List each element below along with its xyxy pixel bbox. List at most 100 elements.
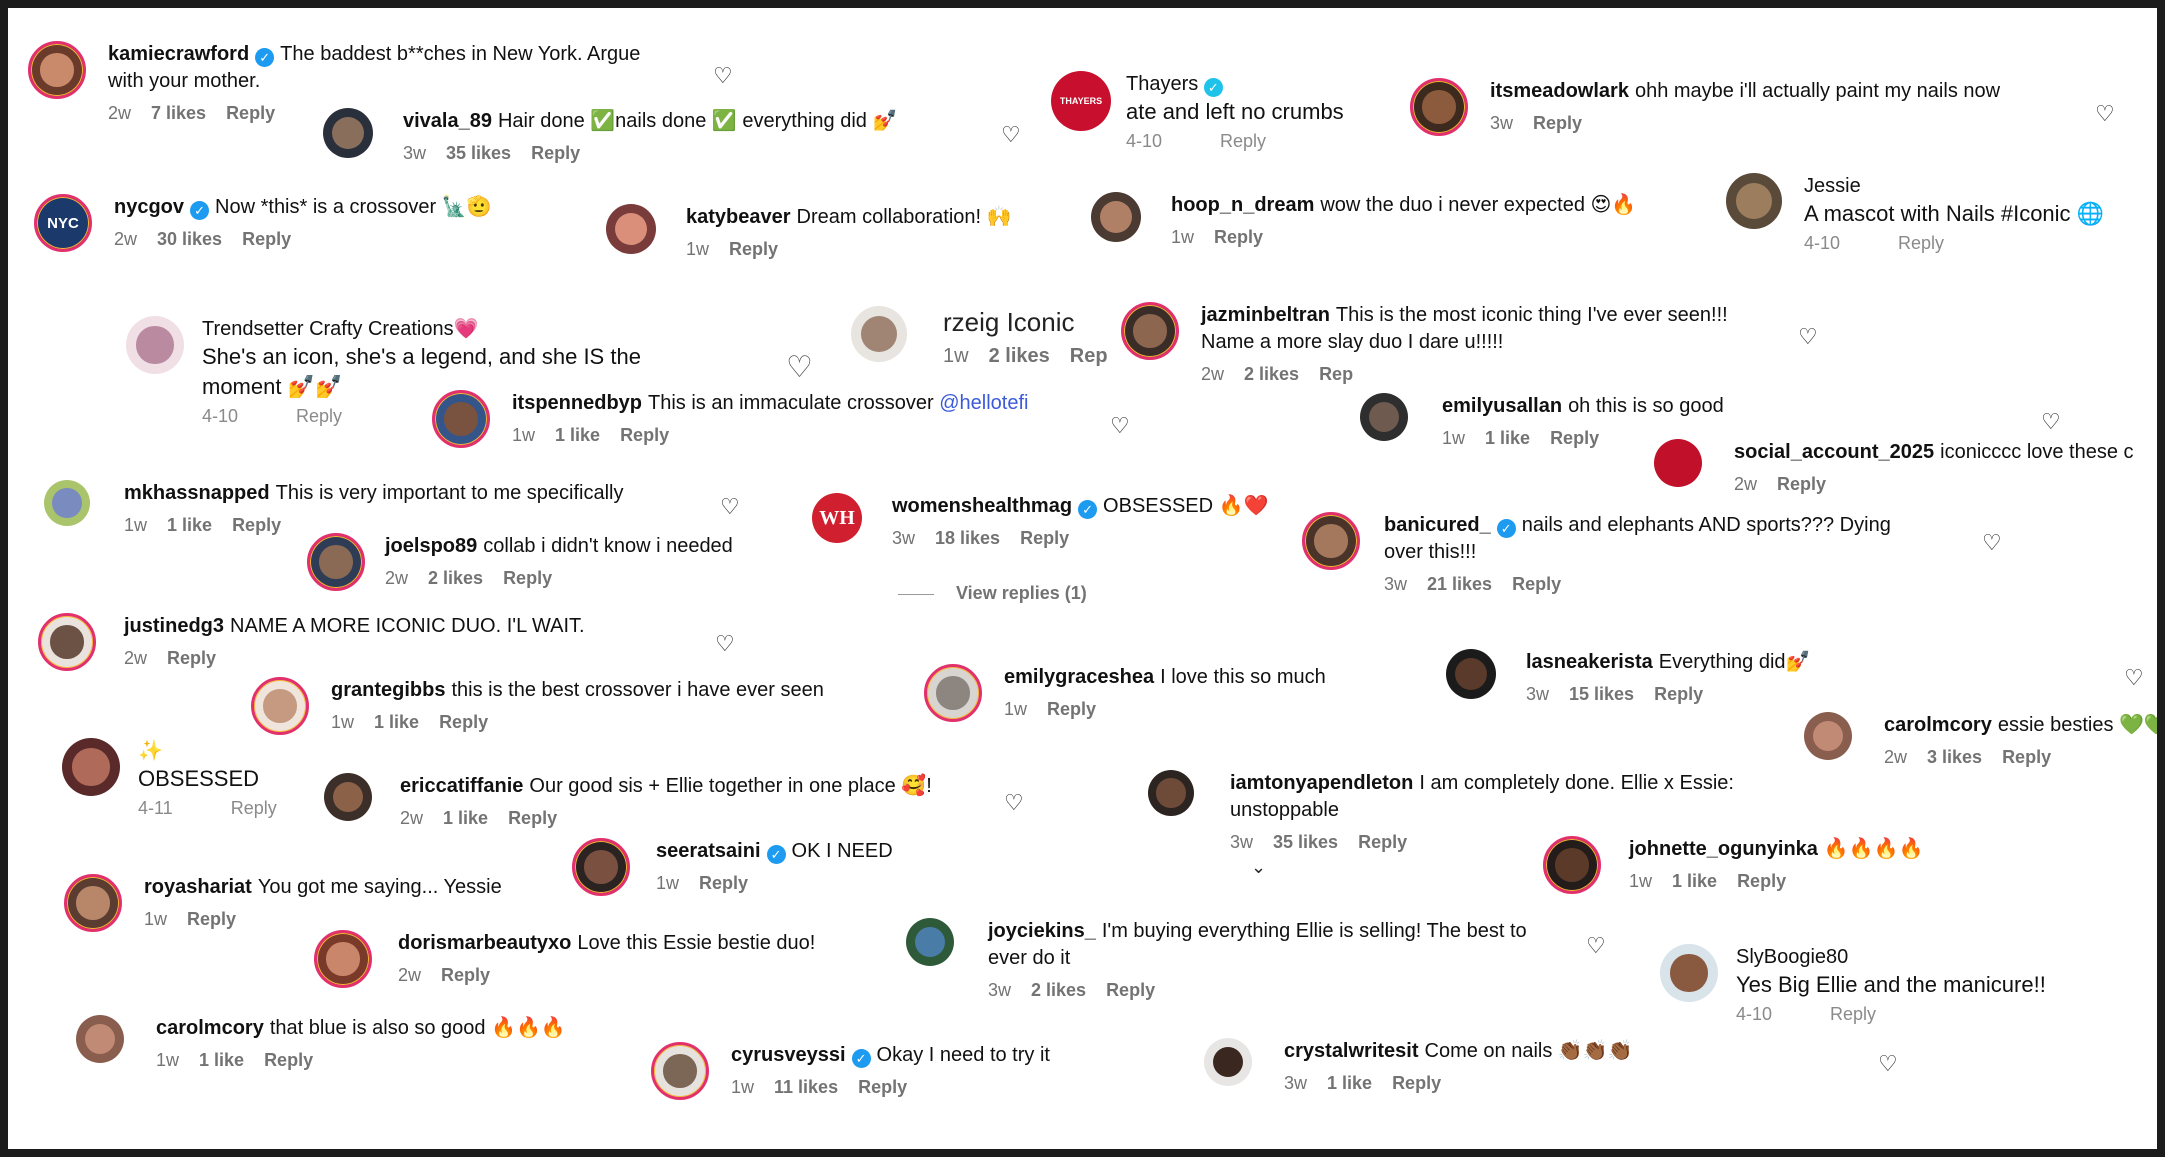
likes-count[interactable]: 1 like [374,712,419,732]
username[interactable]: joelspo89 [385,535,477,557]
username[interactable]: ericcatiffanie [400,775,523,797]
likes-count[interactable]: 1 like [1327,1073,1372,1093]
reply-button[interactable]: Reply [1047,699,1096,719]
likes-count[interactable]: 35 likes [446,143,511,163]
reply-button[interactable]: Reply [508,808,557,828]
reply-button[interactable]: Reply [439,712,488,732]
avatar[interactable] [64,874,122,932]
avatar[interactable] [126,316,184,374]
heart-outline-icon[interactable]: ♡ [786,353,813,383]
heart-outline-icon[interactable]: ♡ [2124,667,2144,689]
avatar[interactable] [851,306,907,362]
reply-button[interactable]: Reply [2002,747,2051,767]
reply-button[interactable]: Reply [1392,1073,1441,1093]
heart-outline-icon[interactable]: ♡ [713,65,733,87]
reply-button[interactable]: Reply [296,406,342,426]
reply-button[interactable]: Reply [729,239,778,259]
username[interactable]: Thayers [1126,73,1198,95]
username[interactable]: Trendsetter Crafty Creations💗 [202,316,641,342]
reply-button[interactable]: Reply [1512,574,1561,594]
avatar[interactable] [1726,173,1782,229]
heart-outline-icon[interactable]: ♡ [1001,124,1021,146]
heart-outline-icon[interactable]: ♡ [1004,792,1024,814]
avatar[interactable]: WH [812,493,862,543]
username[interactable]: iamtonyapendleton [1230,772,1413,794]
reply-button[interactable]: Reply [1220,131,1266,151]
username[interactable]: carolmcory [156,1017,264,1039]
username[interactable]: SlyBoogie80 [1736,944,2046,970]
heart-outline-icon[interactable]: ♡ [1110,415,1130,437]
reply-button[interactable]: Reply [1550,428,1599,448]
username[interactable]: vivala_89 [403,110,492,132]
reply-button[interactable]: Reply [1106,980,1155,1000]
heart-outline-icon[interactable]: ♡ [715,633,735,655]
avatar[interactable] [572,838,630,896]
likes-count[interactable]: 11 likes [774,1077,838,1097]
reply-button[interactable]: Reply [167,648,216,668]
username[interactable]: emilygraceshea [1004,666,1154,688]
avatar[interactable] [38,613,96,671]
avatar[interactable] [1121,302,1179,360]
heart-outline-icon[interactable]: ♡ [1878,1053,1898,1075]
reply-button[interactable]: Reply [232,515,281,535]
avatar[interactable] [1204,1038,1252,1086]
username[interactable]: cyrusveyssi [731,1044,846,1066]
likes-count[interactable]: 1 like [1485,428,1530,448]
heart-outline-icon[interactable]: ♡ [2041,411,2061,433]
reply-button[interactable]: Reply [1777,474,1826,494]
heart-outline-icon[interactable]: ♡ [1798,326,1818,348]
username[interactable]: nycgov [114,196,184,218]
avatar[interactable] [1543,836,1601,894]
username[interactable]: mkhassnapped [124,482,270,504]
username[interactable]: grantegibbs [331,679,445,701]
reply-button[interactable]: Reply [858,1077,907,1097]
likes-count[interactable]: 1 like [443,808,488,828]
avatar[interactable] [651,1042,709,1100]
likes-count[interactable]: 35 likes [1273,832,1338,852]
mention-link[interactable]: @hellotefi [939,392,1028,414]
avatar[interactable] [1410,78,1468,136]
avatar[interactable] [251,677,309,735]
avatar[interactable] [314,930,372,988]
likes-count[interactable]: 2 likes [1244,364,1299,384]
avatar[interactable] [924,664,982,722]
avatar[interactable]: THAYERS [1051,71,1111,131]
reply-button[interactable]: Reply [1020,528,1069,548]
likes-count[interactable]: 2 likes [428,568,483,588]
reply-button[interactable]: Reply [1898,233,1944,253]
avatar[interactable] [1148,770,1194,816]
avatar[interactable] [1091,192,1141,242]
likes-count[interactable]: 21 likes [1427,574,1492,594]
avatar[interactable] [1804,712,1852,760]
chevron-down-icon[interactable]: ⌄ [1251,856,1266,878]
avatar[interactable] [1302,512,1360,570]
reply-button[interactable]: Reply [531,143,580,163]
likes-count[interactable]: 1 like [167,515,212,535]
avatar[interactable] [62,738,120,796]
username[interactable]: joyciekins_ [988,920,1096,942]
likes-count[interactable]: 15 likes [1569,684,1634,704]
avatar[interactable] [324,773,372,821]
username[interactable]: lasneakerista [1526,651,1653,673]
reply-button[interactable]: Reply [620,425,669,445]
heart-outline-icon[interactable]: ♡ [1982,532,2002,554]
likes-count[interactable]: 1 like [555,425,600,445]
username[interactable]: crystalwritesit [1284,1040,1419,1062]
avatar[interactable] [1360,393,1408,441]
heart-outline-icon[interactable]: ♡ [2095,103,2115,125]
reply-button[interactable]: Reply [699,873,748,893]
likes-count[interactable]: 18 likes [935,528,1000,548]
username[interactable]: itsmeadowlark [1490,80,1629,102]
username[interactable]: johnette_ogunyinka [1629,838,1818,860]
reply-button[interactable]: Reply [187,909,236,929]
username[interactable]: royashariat [144,876,252,898]
heart-outline-icon[interactable]: ♡ [720,496,740,518]
likes-count[interactable]: 1 like [1672,871,1717,891]
likes-count[interactable]: 3 likes [1927,747,1982,767]
reply-button[interactable]: Reply [1358,832,1407,852]
username[interactable]: dorismarbeautyxo [398,932,571,954]
likes-count[interactable]: 30 likes [157,229,222,249]
username[interactable]: carolmcory [1884,714,1992,736]
reply-button[interactable]: Reply [503,568,552,588]
heart-outline-icon[interactable]: ♡ [1586,935,1606,957]
